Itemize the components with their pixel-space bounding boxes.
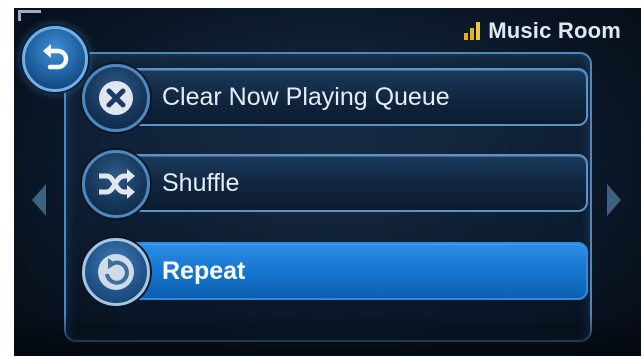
repeat-label: Repeat	[162, 257, 246, 285]
repeat-icon	[98, 254, 134, 290]
corner-indicator-icon	[18, 10, 41, 21]
shuffle-icon	[99, 169, 135, 199]
shuffle-button[interactable]: Shuffle	[82, 150, 588, 218]
previous-page-button[interactable]	[22, 174, 58, 226]
repeat-icon-badge	[82, 238, 150, 306]
clear-x-icon	[99, 81, 133, 115]
room-indicator: Music Room	[464, 18, 621, 44]
back-button[interactable]	[22, 26, 88, 92]
touch-screen: Music Room Clear Now Playing Queue Shuff…	[14, 8, 641, 356]
chevron-right-icon	[607, 184, 621, 216]
status-bar: Music Room	[14, 8, 641, 50]
clear-icon-badge	[82, 64, 150, 132]
options-menu: Clear Now Playing Queue Shuffle Repeat	[64, 52, 592, 342]
shuffle-label: Shuffle	[162, 169, 240, 197]
clear-queue-button[interactable]: Clear Now Playing Queue	[82, 64, 588, 132]
back-arrow-icon	[43, 44, 69, 70]
room-name: Music Room	[488, 18, 621, 43]
signal-strength-icon	[464, 22, 481, 40]
shuffle-icon-badge	[82, 150, 150, 218]
next-page-button[interactable]	[595, 174, 631, 226]
chevron-left-icon	[32, 184, 46, 216]
repeat-button[interactable]: Repeat	[82, 238, 588, 306]
clear-queue-label: Clear Now Playing Queue	[162, 83, 450, 111]
